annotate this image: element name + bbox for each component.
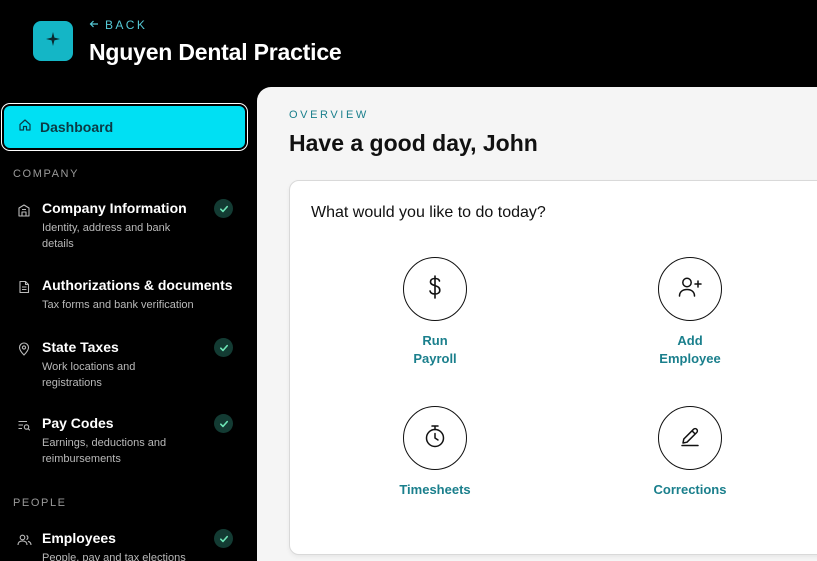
check-icon [214, 529, 233, 548]
card-title: What would you like to do today? [311, 204, 546, 221]
sidebar-item-state-taxes[interactable]: State Taxes Work locations and registrat… [16, 338, 241, 389]
add-user-icon [677, 275, 703, 304]
action-label-line1: Add [677, 333, 703, 348]
location-pin-icon [16, 341, 32, 357]
dollar-icon [424, 274, 446, 305]
main-panel: OVERVIEW Have a good day, John What woul… [257, 87, 817, 561]
building-icon [16, 202, 32, 218]
action-circle [403, 257, 467, 321]
action-label: Run Payroll [365, 332, 505, 368]
stopwatch-icon [423, 423, 447, 454]
action-circle [658, 257, 722, 321]
action-label-line2: Payroll [413, 351, 457, 366]
action-circle [403, 406, 467, 470]
back-label: BACK [105, 18, 148, 32]
overview-label: OVERVIEW [289, 109, 369, 121]
action-label-line1: Run [422, 333, 448, 348]
section-label-company: COMPANY [13, 168, 80, 180]
pencil-icon [679, 425, 701, 452]
sidebar-item-title: Employees [42, 530, 116, 546]
sidebar-item-description: Identity, address and bank details [42, 222, 171, 250]
sidebar-item-authorizations-documents[interactable]: Authorizations & documents Tax forms and… [16, 277, 241, 317]
sidebar-item-pay-codes[interactable]: Pay Codes Earnings, deductions and reimb… [16, 414, 241, 465]
document-icon [16, 279, 32, 295]
sparkle-icon [46, 31, 60, 51]
quick-actions-card: What would you like to do today? Run Pay… [289, 180, 817, 555]
back-link[interactable]: BACK [89, 18, 147, 32]
sidebar-item-dashboard[interactable]: Dashboard [4, 106, 245, 148]
check-icon [214, 414, 233, 433]
sidebar-item-title: Company Information [42, 200, 187, 216]
add-employee-button[interactable]: Add Employee [620, 257, 760, 368]
sidebar-item-title: Authorizations & documents [42, 277, 233, 293]
users-icon [16, 532, 32, 548]
practice-title: Nguyen Dental Practice [89, 39, 342, 65]
check-icon [214, 338, 233, 357]
arrow-left-icon [89, 18, 99, 32]
run-payroll-button[interactable]: Run Payroll [365, 257, 505, 368]
sidebar-item-title: State Taxes [42, 339, 119, 355]
sidebar-item-employees[interactable]: Employees People, pay and tax elections [16, 529, 241, 561]
action-label: Timesheets [365, 481, 505, 499]
action-label-line1: Timesheets [399, 482, 471, 497]
sidebar-item-description: People, pay and tax elections [42, 552, 186, 561]
sidebar-item-title: Pay Codes [42, 415, 114, 431]
list-search-icon [16, 417, 32, 433]
home-icon [18, 118, 32, 137]
action-label: Corrections [620, 481, 760, 499]
action-circle [658, 406, 722, 470]
sidebar: Dashboard COMPANY Company Information Id… [0, 100, 250, 561]
check-icon [214, 199, 233, 218]
action-label: Add Employee [620, 332, 760, 368]
sidebar-item-description: Work locations and registrations [42, 361, 136, 389]
page-title: Have a good day, John [289, 130, 538, 156]
action-label-line2: Employee [659, 351, 721, 366]
sidebar-item-description: Tax forms and bank verification [42, 299, 194, 311]
app-logo [33, 21, 73, 61]
sidebar-item-company-information[interactable]: Company Information Identity, address an… [16, 199, 241, 250]
action-label-line1: Corrections [653, 482, 727, 497]
section-label-people: PEOPLE [13, 497, 67, 509]
sidebar-item-description: Earnings, deductions and reimbursements [42, 437, 167, 465]
sidebar-item-label: Dashboard [40, 119, 114, 135]
corrections-button[interactable]: Corrections [620, 406, 760, 499]
timesheets-button[interactable]: Timesheets [365, 406, 505, 499]
